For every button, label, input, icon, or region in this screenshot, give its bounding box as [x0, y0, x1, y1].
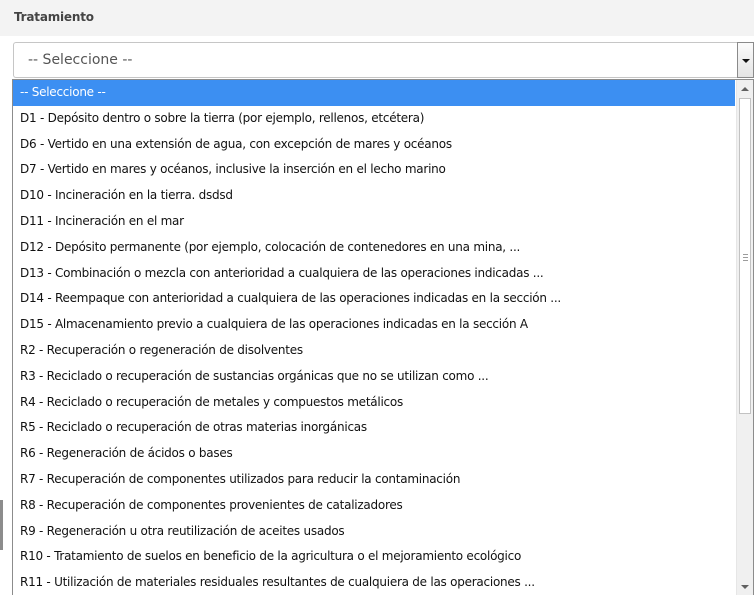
chevron-down-icon	[742, 59, 750, 63]
scrollbar-thumb[interactable]	[739, 98, 751, 414]
scroll-up-arrow-icon	[741, 87, 749, 91]
scroll-down-button[interactable]	[737, 579, 753, 595]
page: Tratamiento -- Seleccione -- -- Seleccio…	[0, 0, 754, 595]
tratamiento-label: Tratamiento	[14, 10, 94, 24]
scroll-down-arrow-icon	[741, 585, 749, 589]
underlying-border	[0, 500, 3, 550]
dropdown-option[interactable]: -- Seleccione --	[13, 80, 735, 106]
dropdown-option[interactable]: D14 - Reempaque con anterioridad a cualq…	[13, 286, 735, 312]
dropdown-option[interactable]: D7 - Vertido en mares y océanos, inclusi…	[13, 157, 735, 183]
dropdown-option[interactable]: D1 - Depósito dentro o sobre la tierra (…	[13, 106, 735, 132]
select-dropdown-button[interactable]	[737, 42, 754, 78]
grip-icon	[743, 254, 748, 261]
dropdown-option[interactable]: D15 - Almacenamiento previo a cualquiera…	[13, 312, 735, 338]
dropdown-option[interactable]: R5 - Reciclado o recuperación de otras m…	[13, 415, 735, 441]
dropdown-option[interactable]: R9 - Regeneración u otra reutilización d…	[13, 519, 735, 545]
dropdown-option[interactable]: D13 - Combinación o mezcla con anteriori…	[13, 261, 735, 287]
options-list: -- Seleccione -- D1 - Depósito dentro o s…	[13, 80, 735, 595]
scroll-up-button[interactable]	[737, 80, 753, 97]
dropdown-option[interactable]: D12 - Depósito permanente (por ejemplo, …	[13, 235, 735, 261]
dropdown-option[interactable]: D10 - Incineración en la tierra. dsdsd	[13, 183, 735, 209]
dropdown-option[interactable]: R10 - Tratamiento de suelos en beneficio…	[13, 544, 735, 570]
select-current-value: -- Seleccione --	[28, 52, 133, 68]
dropdown-option[interactable]: R7 - Recuperación de componentes utiliza…	[13, 467, 735, 493]
dropdown-option[interactable]: R11 - Utilización de materiales residual…	[13, 570, 735, 595]
tratamiento-dropdown-list[interactable]: -- Seleccione -- D1 - Depósito dentro o s…	[12, 79, 754, 595]
dropdown-scrollbar[interactable]	[736, 80, 753, 595]
dropdown-option[interactable]: R6 - Regeneración de ácidos o bases	[13, 441, 735, 467]
dropdown-option[interactable]: R3 - Reciclado o recuperación de sustanc…	[13, 364, 735, 390]
dropdown-option[interactable]: D11 - Incineración en el mar	[13, 209, 735, 235]
dropdown-option[interactable]: R2 - Recuperación o regeneración de diso…	[13, 338, 735, 364]
tratamiento-select[interactable]: -- Seleccione --	[13, 42, 739, 78]
dropdown-option[interactable]: D6 - Vertido en una extensión de agua, c…	[13, 132, 735, 158]
dropdown-option[interactable]: R4 - Reciclado o recuperación de metales…	[13, 390, 735, 416]
form-header-bar	[0, 0, 754, 36]
dropdown-option[interactable]: R8 - Recuperación de componentes proveni…	[13, 493, 735, 519]
